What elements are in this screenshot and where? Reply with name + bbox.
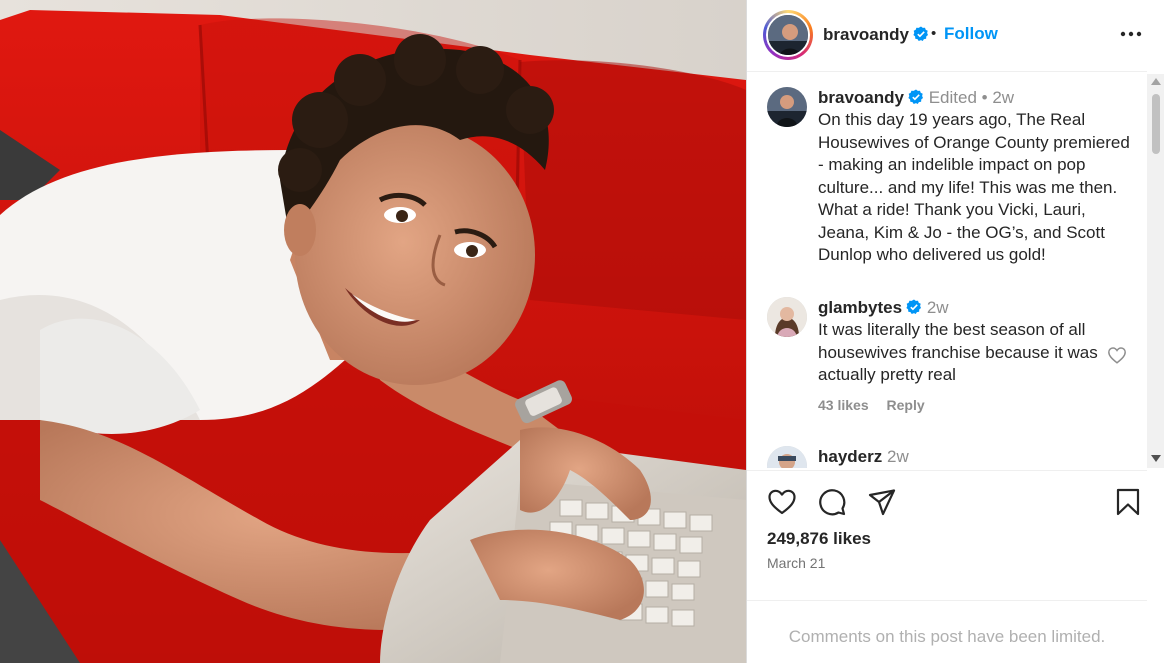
avatar-image xyxy=(767,297,807,337)
caption-text: On this day 19 years ago, The Real House… xyxy=(818,110,1130,264)
header-separator: • xyxy=(931,25,937,42)
comment-text: It was literally the best season of all … xyxy=(818,320,1098,384)
comment-timestamp[interactable]: 2w xyxy=(927,298,949,317)
post-photo[interactable] xyxy=(0,0,746,663)
comment-likes-count[interactable]: 43 likes xyxy=(818,397,869,413)
verified-badge-icon xyxy=(913,26,928,41)
comment-avatar[interactable] xyxy=(767,297,807,337)
verified-badge-icon xyxy=(906,299,922,314)
avatar-image xyxy=(767,87,807,127)
caption-separator: • xyxy=(981,88,988,107)
post-header: bravoandy • Follow xyxy=(747,0,1147,72)
caption-edited-label: Edited xyxy=(928,88,977,107)
comments-scrollbar[interactable] xyxy=(1147,74,1164,468)
post-image xyxy=(0,0,746,663)
avatar-image xyxy=(767,446,807,468)
caption-timestamp[interactable]: 2w xyxy=(992,88,1014,107)
comment-header: glambytes 2w xyxy=(818,297,1133,319)
comment-reply-button[interactable]: Reply xyxy=(887,397,925,413)
caption-body: bravoandy Edited • 2w On this day 19 yea… xyxy=(818,87,1133,267)
author-avatar-story-ring[interactable] xyxy=(763,10,813,60)
caption-header: bravoandy Edited • 2w xyxy=(818,87,1133,109)
likes-count[interactable]: 249,876 likes xyxy=(767,529,871,549)
post-actions-bar: 249,876 likes March 21 xyxy=(747,470,1147,600)
like-heart-icon[interactable] xyxy=(767,487,797,517)
comments-limited-notice: Comments on this post have been limited. xyxy=(747,600,1147,663)
bookmark-save-icon[interactable] xyxy=(1113,487,1143,517)
scroll-down-arrow-icon[interactable] xyxy=(1151,455,1161,462)
avatar-image xyxy=(768,15,808,55)
comments-list[interactable]: bravoandy Edited • 2w On this day 19 yea… xyxy=(747,74,1147,468)
author-avatar[interactable] xyxy=(766,13,810,57)
caption-avatar[interactable] xyxy=(767,87,807,127)
follow-button[interactable]: Follow xyxy=(944,24,998,44)
comment-actions: 43 likes Reply xyxy=(818,397,1133,413)
verified-badge-icon xyxy=(908,89,923,104)
scrollbar-thumb[interactable] xyxy=(1152,94,1160,154)
comment-username[interactable]: hayderz xyxy=(818,447,882,466)
comment-body: glambytes 2w It was literally the best s… xyxy=(818,297,1133,413)
comment-icon[interactable] xyxy=(817,487,847,517)
author-username[interactable]: bravoandy xyxy=(823,25,929,45)
scroll-up-arrow-icon[interactable] xyxy=(1151,78,1161,85)
comment-body: hayderz 2w xyxy=(818,446,1133,468)
more-options-icon[interactable] xyxy=(1117,22,1145,46)
post-date[interactable]: March 21 xyxy=(767,555,825,571)
comment-avatar[interactable] xyxy=(767,446,807,468)
comment-username[interactable]: glambytes xyxy=(818,298,902,317)
comment-timestamp[interactable]: 2w xyxy=(887,447,909,466)
comment-like-heart-icon[interactable] xyxy=(1107,346,1127,364)
comment-header: hayderz 2w xyxy=(818,446,1133,468)
post-side-panel: bravoandy • Follow bravoandy Edited • 2w… xyxy=(746,0,1164,663)
caption-username[interactable]: bravoandy xyxy=(818,88,904,107)
author-username-text[interactable]: bravoandy xyxy=(823,25,909,44)
share-send-icon[interactable] xyxy=(867,487,897,517)
